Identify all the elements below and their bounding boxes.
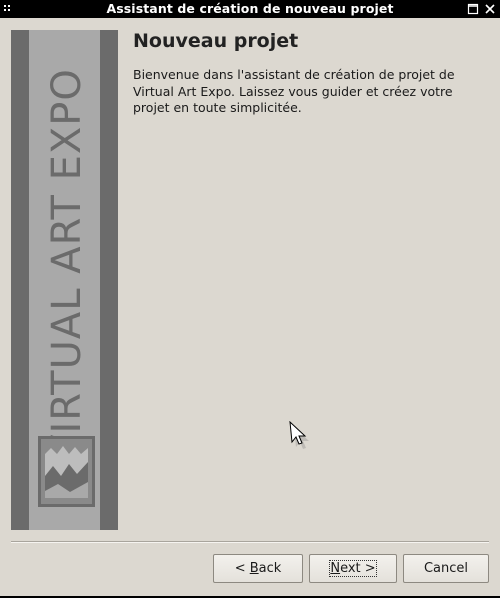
title-bar[interactable]: Assistant de création de nouveau projet: [0, 0, 500, 18]
maximize-icon[interactable]: [467, 3, 479, 15]
button-separator: [11, 541, 489, 543]
cancel-button[interactable]: Cancel: [403, 554, 489, 583]
back-label-rest: ack: [258, 561, 282, 576]
close-icon[interactable]: [484, 3, 496, 15]
welcome-description: Bienvenue dans l'assistant de création d…: [133, 67, 455, 115]
next-focus-ring: Next >: [329, 560, 377, 577]
wizard-banner: VIRTUAL ART EXPO: [11, 30, 118, 530]
page-title: Nouveau projet: [133, 30, 299, 52]
next-mnemonic: N: [330, 561, 341, 576]
banner-text: VIRTUAL ART EXPO: [44, 68, 90, 462]
window-title: Assistant de création de nouveau projet: [106, 1, 394, 16]
back-prefix: <: [234, 561, 250, 576]
next-label-rest: ext >: [340, 561, 376, 576]
back-button[interactable]: < Back: [213, 554, 303, 583]
next-button[interactable]: Next >: [309, 554, 397, 583]
virtual-art-expo-logo-icon: [38, 436, 95, 507]
mouse-pointer-icon: [289, 421, 309, 449]
back-mnemonic: B: [249, 561, 259, 576]
wizard-window: Assistant de création de nouveau projet …: [0, 0, 500, 598]
